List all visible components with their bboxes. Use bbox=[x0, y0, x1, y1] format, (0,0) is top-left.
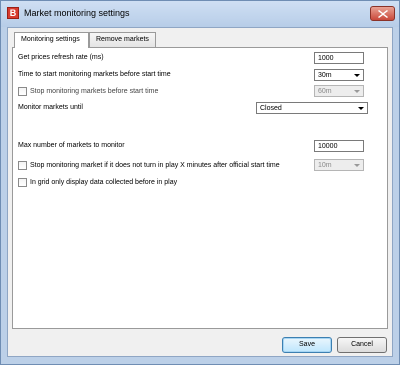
title-bar: B Market monitoring settings bbox=[1, 1, 399, 27]
monitor-until-value: Closed bbox=[260, 105, 282, 112]
chevron-down-icon bbox=[354, 90, 360, 93]
start-time-select[interactable]: 30m bbox=[314, 69, 364, 81]
stop-not-inplay-label: Stop monitoring market if it does not tu… bbox=[30, 162, 280, 169]
max-markets-label: Max number of markets to monitor bbox=[18, 142, 125, 149]
refresh-rate-label: Get prices refresh rate (ms) bbox=[18, 54, 104, 61]
stop-before-select[interactable]: 60m bbox=[314, 85, 364, 97]
monitoring-settings-panel: Get prices refresh rate (ms) 1000 Time t… bbox=[12, 47, 388, 329]
chevron-down-icon bbox=[358, 107, 364, 110]
close-icon bbox=[378, 10, 388, 18]
start-time-label: Time to start monitoring markets before … bbox=[18, 71, 171, 78]
chevron-down-icon bbox=[354, 164, 360, 167]
chevron-down-icon bbox=[354, 74, 360, 77]
close-button[interactable] bbox=[370, 6, 395, 21]
dialog-body: Monitoring settings Remove markets Get p… bbox=[7, 27, 393, 357]
max-markets-input[interactable]: 10000 bbox=[314, 140, 364, 152]
stop-before-value: 60m bbox=[318, 88, 332, 95]
refresh-rate-input[interactable]: 1000 bbox=[314, 52, 364, 64]
cancel-button[interactable]: Cancel bbox=[337, 337, 387, 353]
app-logo-icon: B bbox=[7, 7, 19, 19]
stop-before-label: Stop monitoring markets before start tim… bbox=[30, 88, 159, 95]
monitor-until-label: Monitor markets until bbox=[18, 104, 83, 111]
settings-window: B Market monitoring settings Monitoring … bbox=[0, 0, 400, 365]
tab-label: Remove markets bbox=[96, 36, 149, 43]
grid-only-checkbox[interactable] bbox=[18, 178, 27, 187]
grid-only-label: In grid only display data collected befo… bbox=[30, 179, 178, 186]
tab-monitoring-settings[interactable]: Monitoring settings bbox=[14, 32, 89, 48]
start-time-value: 30m bbox=[318, 72, 332, 79]
stop-not-inplay-value: 10m bbox=[318, 162, 332, 169]
stop-before-checkbox[interactable] bbox=[18, 87, 27, 96]
monitor-until-select[interactable]: Closed bbox=[256, 102, 368, 114]
save-button[interactable]: Save bbox=[282, 337, 332, 353]
stop-not-inplay-checkbox[interactable] bbox=[18, 161, 27, 170]
tab-label: Monitoring settings bbox=[21, 36, 80, 43]
tab-remove-markets[interactable]: Remove markets bbox=[89, 32, 156, 47]
stop-not-inplay-select[interactable]: 10m bbox=[314, 159, 364, 171]
window-title: Market monitoring settings bbox=[24, 8, 130, 18]
